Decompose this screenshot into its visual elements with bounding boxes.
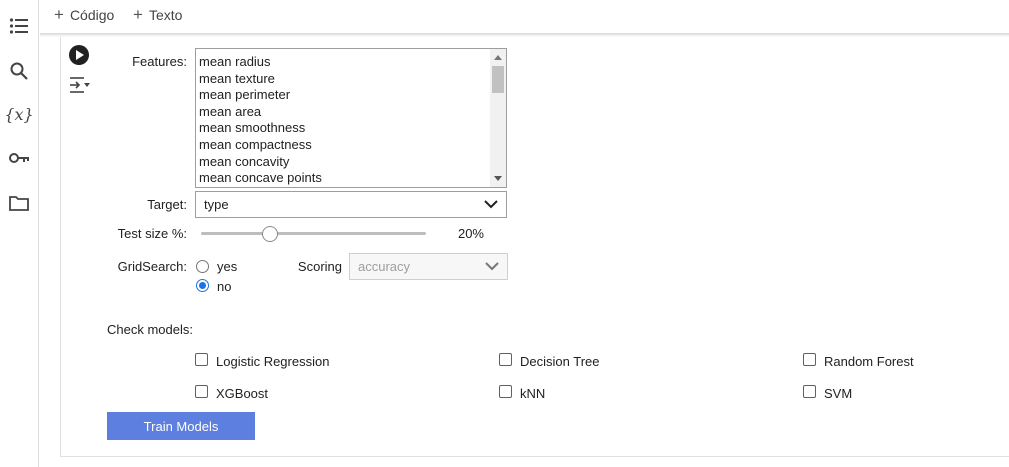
target-value: type [204,197,229,212]
gridsearch-no-radio[interactable] [196,279,209,292]
knn-checkbox[interactable] [499,385,512,398]
feature-option[interactable]: mean perimeter [199,87,506,104]
features-label: Features: [132,54,187,69]
check-models-label: Check models: [107,322,193,337]
test-size-value: 20% [457,226,484,241]
gridsearch-no-label[interactable]: no [217,279,231,294]
train-models-button[interactable]: Train Models [107,412,255,440]
svm-label[interactable]: SVM [824,386,852,401]
scoring-label: Scoring [297,259,342,274]
feature-option[interactable]: mean compactness [199,137,506,154]
features-scrollbar[interactable] [490,49,506,187]
decision-tree-checkbox[interactable] [499,353,512,366]
add-text-button[interactable]: + Texto [133,5,183,24]
target-label: Target: [147,197,187,212]
toolbar: + Código + Texto [40,0,1009,33]
plus-icon: + [54,5,64,24]
scroll-down-arrow-icon[interactable] [494,176,502,181]
svm-checkbox[interactable] [803,385,816,398]
chevron-down-icon [484,199,498,208]
target-dropdown[interactable]: type [195,191,507,218]
add-code-button[interactable]: + Código [54,5,115,24]
chevron-down-icon [485,261,499,270]
xgboost-checkbox[interactable] [195,385,208,398]
left-rail: {x} [0,0,39,467]
decision-tree-label[interactable]: Decision Tree [520,354,599,369]
toc-icon[interactable] [6,13,32,39]
plus-icon: + [133,5,143,24]
random-forest-label[interactable]: Random Forest [824,354,914,369]
logistic-regression-checkbox[interactable] [195,353,208,366]
variables-icon[interactable]: {x} [4,101,33,127]
scroll-up-arrow-icon[interactable] [494,55,502,60]
features-multiselect[interactable]: mean radius mean texture mean perimeter … [195,48,507,188]
feature-option[interactable]: mean smoothness [199,120,506,137]
test-size-label: Test size %: [117,226,187,241]
feature-option[interactable]: mean texture [199,71,506,88]
add-code-label: Código [69,7,115,23]
run-cell-button[interactable] [69,45,89,65]
test-size-slider[interactable] [201,232,426,235]
scoring-value: accuracy [358,259,411,274]
feature-option[interactable]: mean radius [199,54,506,71]
random-forest-checkbox[interactable] [803,353,816,366]
search-icon[interactable] [6,58,32,84]
feature-option[interactable]: mean concavity [199,154,506,171]
add-text-label: Texto [148,7,183,23]
scroll-thumb[interactable] [492,66,504,93]
folder-icon[interactable] [6,190,32,216]
slider-thumb[interactable] [262,226,278,242]
scoring-dropdown[interactable]: accuracy [349,253,508,280]
gridsearch-label: GridSearch: [117,259,187,274]
gridsearch-yes-radio[interactable] [196,260,209,273]
knn-label[interactable]: kNN [520,386,545,401]
output-toggle-icon[interactable] [68,74,92,96]
key-icon[interactable] [6,145,32,171]
feature-option[interactable]: mean area [199,104,506,121]
xgboost-label[interactable]: XGBoost [216,386,268,401]
logistic-regression-label[interactable]: Logistic Regression [216,354,329,369]
feature-option[interactable]: mean concave points [199,170,506,187]
gridsearch-yes-label[interactable]: yes [217,259,237,274]
